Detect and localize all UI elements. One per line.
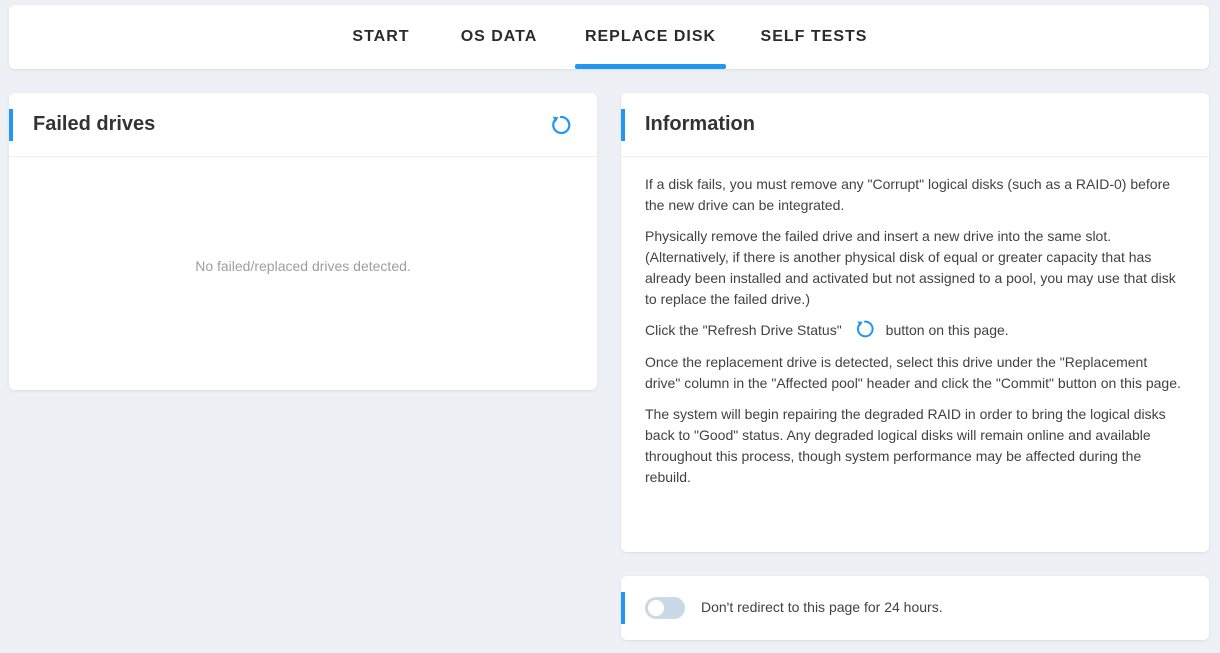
tab-self-tests[interactable]: SELF TESTS [759, 5, 869, 69]
information-header: Information [621, 93, 1209, 157]
information-body: If a disk fails, you must remove any "Co… [621, 157, 1209, 488]
information-title: Information [645, 113, 755, 135]
failed-drives-card: Failed drives No failed/replaced drives … [9, 93, 597, 390]
refresh-drive-status-button[interactable] [549, 113, 573, 137]
refresh-icon [552, 115, 571, 135]
info-paragraph: If a disk fails, you must remove any "Co… [645, 176, 1171, 213]
tab-os-data[interactable]: OS DATA [455, 5, 543, 69]
toggle-knob [648, 600, 664, 616]
tab-start[interactable]: START [345, 5, 417, 69]
info-paragraph: The system will begin repairing the degr… [645, 406, 1166, 486]
info-refresh-text-after: button on this page. [885, 322, 1009, 338]
information-card: Information If a disk fails, you must re… [621, 93, 1209, 552]
tab-replace-disk[interactable]: REPLACE DISK [575, 5, 726, 69]
empty-state-message: No failed/replaced drives detected. [195, 258, 411, 274]
info-refresh-line: Click the "Refresh Drive Status" button … [645, 320, 1185, 342]
info-refresh-text-before: Click the "Refresh Drive Status" [645, 322, 842, 338]
toggle-accent-bar [621, 592, 625, 624]
tab-bar: START OS DATA REPLACE DISK SELF TESTS [9, 5, 1209, 69]
info-paragraph: Once the replacement drive is detected, … [645, 354, 1181, 392]
refresh-icon [854, 318, 876, 340]
redirect-toggle-label: Don't redirect to this page for 24 hours… [701, 599, 943, 615]
header-accent-bar [621, 109, 625, 141]
redirect-toggle-switch[interactable] [645, 597, 685, 619]
redirect-toggle-card: Don't redirect to this page for 24 hours… [621, 576, 1209, 640]
failed-drives-title: Failed drives [33, 113, 156, 135]
header-accent-bar [9, 109, 13, 141]
info-paragraph: Physically remove the failed drive and i… [645, 228, 1176, 307]
failed-drives-header: Failed drives [9, 93, 597, 157]
